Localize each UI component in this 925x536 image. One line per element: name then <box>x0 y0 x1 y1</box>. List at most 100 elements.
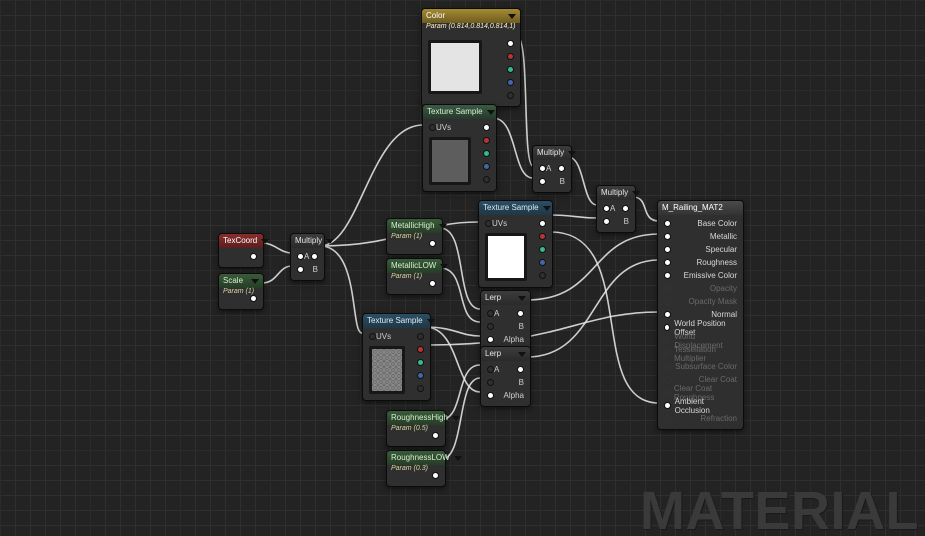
pin-b[interactable] <box>297 266 304 273</box>
pin-out[interactable] <box>517 310 524 317</box>
chevron-down-icon <box>439 224 447 229</box>
result-pin[interactable]: Metallic <box>658 230 743 243</box>
pin-label: Refraction <box>701 414 737 423</box>
pin-rgba[interactable] <box>507 40 514 47</box>
node-texture-sample-1[interactable]: Texture Sample UVs <box>422 104 497 192</box>
pin-in[interactable] <box>664 389 670 396</box>
pin-in[interactable] <box>664 415 671 422</box>
pin-out[interactable] <box>429 280 436 287</box>
result-pin[interactable]: Emissive Color <box>658 269 743 282</box>
node-material-result[interactable]: M_Railing_MAT2 Base ColorMetallicSpecula… <box>657 200 744 430</box>
pin-r[interactable] <box>507 53 514 60</box>
node-color[interactable]: Color Param (0.814,0.814,0.814,1) <box>421 8 521 107</box>
chevron-down-icon <box>543 206 551 211</box>
pin-a[interactable] <box>487 366 494 373</box>
pin-g[interactable] <box>507 66 514 73</box>
pin-uvs[interactable] <box>369 333 376 340</box>
chevron-down-icon <box>261 239 269 244</box>
pin-g[interactable] <box>483 150 490 157</box>
pin-out[interactable] <box>432 472 439 479</box>
pin-b[interactable] <box>539 178 546 185</box>
result-pin[interactable]: Base Color <box>658 217 743 230</box>
pin-b[interactable] <box>487 379 494 386</box>
pin-r[interactable] <box>417 346 424 353</box>
result-pin[interactable]: Roughness <box>658 256 743 269</box>
pin-a[interactable] <box>539 272 546 279</box>
pin-a[interactable] <box>417 385 424 392</box>
pin-uvs[interactable] <box>485 220 492 227</box>
node-texcoord[interactable]: TexCoord <box>218 233 264 268</box>
pin-a[interactable] <box>539 165 546 172</box>
pin-out[interactable] <box>250 295 257 302</box>
pin-in[interactable] <box>664 350 670 357</box>
pin-in[interactable] <box>664 337 670 344</box>
pin-out[interactable] <box>432 432 439 439</box>
pin-b[interactable] <box>483 163 490 170</box>
result-pin[interactable]: Opacity Mask <box>658 295 743 308</box>
pin-b[interactable] <box>487 323 494 330</box>
pin-a[interactable] <box>487 310 494 317</box>
pin-label: UVs <box>436 123 451 132</box>
pin-in[interactable] <box>664 272 671 279</box>
pin-b[interactable] <box>507 79 514 86</box>
node-lerp-1[interactable]: Lerp A B Alpha <box>480 290 531 351</box>
pin-rgb[interactable] <box>539 220 546 227</box>
pin-in[interactable] <box>664 376 671 383</box>
pin-r[interactable] <box>483 137 490 144</box>
pin-a[interactable] <box>603 205 610 212</box>
pin-a[interactable] <box>507 92 514 99</box>
pin-out[interactable] <box>250 253 257 260</box>
pin-label: A <box>304 252 309 261</box>
texture-preview <box>429 137 471 185</box>
pin-in[interactable] <box>664 324 670 331</box>
pin-in[interactable] <box>664 363 671 370</box>
result-pin[interactable]: Refraction <box>658 412 743 425</box>
result-pin[interactable]: Tessellation Multiplier <box>658 347 743 360</box>
result-pin[interactable]: Subsurface Color <box>658 360 743 373</box>
pin-out[interactable] <box>311 253 318 260</box>
result-pin[interactable]: Opacity <box>658 282 743 295</box>
pin-out[interactable] <box>517 366 524 373</box>
node-multiply-3[interactable]: Multiply A B <box>596 185 636 233</box>
pin-in[interactable] <box>664 285 671 292</box>
pin-in[interactable] <box>664 259 671 266</box>
node-multiply-1[interactable]: Multiply A B <box>290 233 325 281</box>
result-pin[interactable]: Specular <box>658 243 743 256</box>
pin-g[interactable] <box>417 359 424 366</box>
pin-alpha[interactable] <box>487 336 494 343</box>
node-texture-sample-2[interactable]: Texture Sample UVs <box>478 200 553 288</box>
node-multiply-2[interactable]: Multiply A B <box>532 145 572 193</box>
pin-b[interactable] <box>539 259 546 266</box>
pin-a[interactable] <box>483 176 490 183</box>
pin-label: Metallic <box>710 232 737 241</box>
pin-rgb[interactable] <box>417 333 424 340</box>
node-metallic-high[interactable]: MetallicHigh Param (1) <box>386 218 443 255</box>
node-roughness-high[interactable]: RoughnessHigh Param (0.5) <box>386 410 446 447</box>
pin-in[interactable] <box>664 311 671 318</box>
pin-g[interactable] <box>539 246 546 253</box>
pin-in[interactable] <box>664 220 671 227</box>
node-roughness-low[interactable]: RoughnessLOW Param (0.3) <box>386 450 446 487</box>
result-pin[interactable]: Ambient Occlusion <box>658 399 743 412</box>
pin-a[interactable] <box>297 253 304 260</box>
node-metallic-low[interactable]: MetallicLOW Param (1) <box>386 258 443 295</box>
pin-alpha[interactable] <box>487 392 494 399</box>
pin-out[interactable] <box>558 165 565 172</box>
pin-uvs[interactable] <box>429 124 436 131</box>
pin-b[interactable] <box>603 218 610 225</box>
pin-out[interactable] <box>622 205 629 212</box>
chevron-down-icon <box>508 14 516 19</box>
pin-in[interactable] <box>664 298 671 305</box>
node-scale[interactable]: Scale Param (1) <box>218 273 264 310</box>
node-texture-sample-3[interactable]: Texture Sample UVs <box>362 313 431 401</box>
pin-in[interactable] <box>664 246 671 253</box>
node-subtitle: Param (0.814,0.814,0.814,1) <box>422 23 520 35</box>
material-graph-canvas[interactable]: TexCoord Scale Param (1) Multiply A B Co… <box>0 0 925 536</box>
pin-rgb[interactable] <box>483 124 490 131</box>
pin-in[interactable] <box>664 233 671 240</box>
node-lerp-2[interactable]: Lerp A B Alpha <box>480 346 531 407</box>
pin-b[interactable] <box>417 372 424 379</box>
pin-out[interactable] <box>429 240 436 247</box>
pin-in[interactable] <box>664 402 671 409</box>
pin-r[interactable] <box>539 233 546 240</box>
